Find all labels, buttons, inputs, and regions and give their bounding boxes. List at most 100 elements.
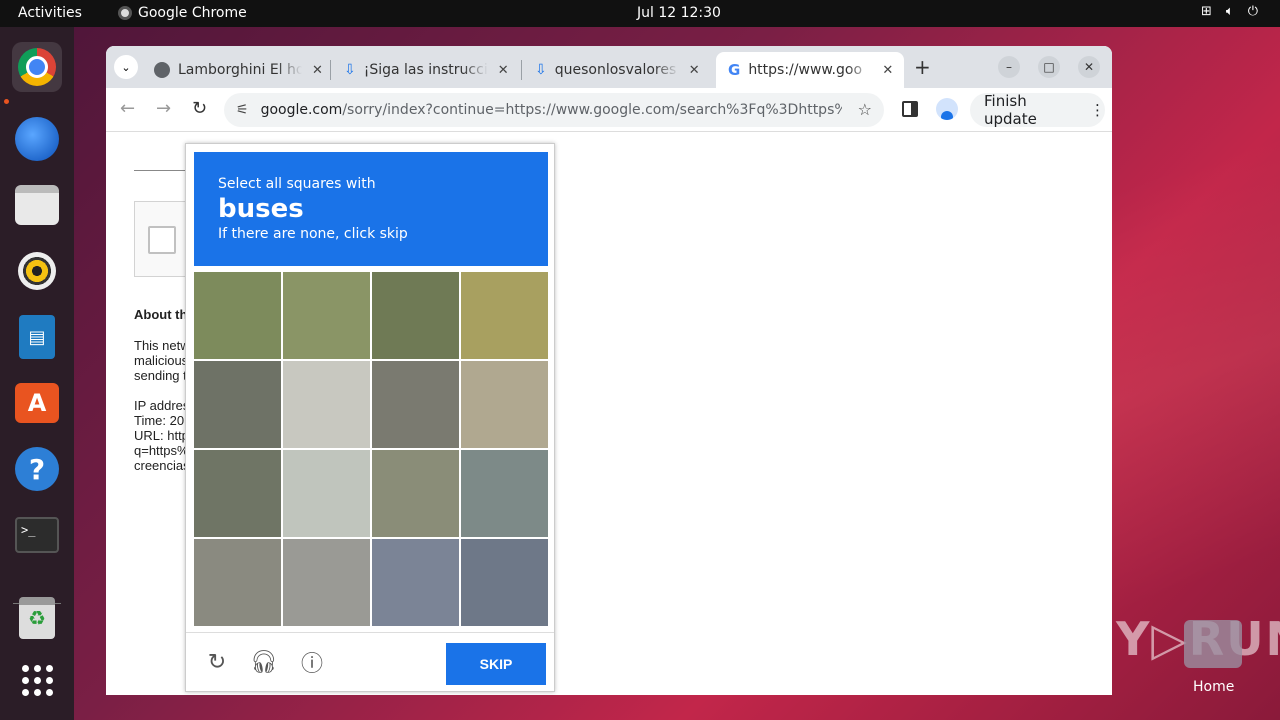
- challenge-header: Select all squares with buses If there a…: [194, 152, 548, 266]
- tab-siga[interactable]: ⇩ ¡Siga las instruccion ✕: [332, 52, 517, 88]
- tab-separator: [330, 60, 331, 80]
- system-tray[interactable]: ⊞ 🔈︎ ⏻: [1201, 4, 1258, 19]
- download-icon: ⇩: [535, 62, 547, 78]
- captcha-tile[interactable]: [461, 539, 548, 626]
- app-center-icon: A: [15, 383, 59, 423]
- close-tab-icon[interactable]: ✕: [882, 63, 893, 78]
- dock-thunderbird[interactable]: [12, 114, 62, 164]
- close-tab-icon[interactable]: ✕: [498, 63, 509, 78]
- tab-title: quesonlosvalores: [554, 62, 677, 78]
- skip-button[interactable]: SKIP: [446, 643, 546, 685]
- captcha-tile[interactable]: [283, 361, 370, 448]
- captcha-tile[interactable]: [194, 450, 281, 537]
- top-bar: Activities Google Chrome Jul 12 12:30 ⊞ …: [0, 0, 1280, 27]
- recaptcha-checkbox[interactable]: [148, 226, 176, 254]
- thunderbird-icon: [15, 117, 59, 161]
- captcha-tile[interactable]: [283, 272, 370, 359]
- dock-writer[interactable]: ▤: [12, 312, 62, 362]
- chevron-down-icon: ⌄: [121, 60, 131, 74]
- rhythmbox-icon: [18, 252, 56, 290]
- tab-search-button[interactable]: ⌄: [114, 55, 138, 79]
- active-indicator: [4, 99, 9, 104]
- new-tab-button[interactable]: +: [914, 55, 931, 79]
- captcha-tile[interactable]: [372, 361, 459, 448]
- reload-challenge-icon[interactable]: ↻: [204, 649, 230, 675]
- dock-terminal[interactable]: >_: [12, 510, 62, 560]
- image-grid: [194, 272, 548, 626]
- home-label: Home: [1193, 679, 1235, 695]
- files-icon: [15, 185, 59, 225]
- url-host: google.com: [260, 102, 343, 118]
- challenge-footer: ↻ 🎧︎ ⓘ SKIP: [186, 632, 554, 692]
- captcha-tile[interactable]: [194, 272, 281, 359]
- about-heading: About th: [134, 307, 188, 322]
- dock-files[interactable]: [12, 180, 62, 230]
- bookmark-star-icon[interactable]: ☆: [858, 100, 872, 119]
- info-icon[interactable]: ⓘ: [299, 649, 325, 677]
- dock-trash[interactable]: ♻: [12, 593, 62, 643]
- reload-icon[interactable]: ↻: [192, 98, 207, 119]
- captcha-tile[interactable]: [461, 450, 548, 537]
- captcha-tile[interactable]: [372, 539, 459, 626]
- maximize-button[interactable]: □: [1038, 56, 1060, 78]
- show-apps-button[interactable]: [12, 655, 62, 705]
- power-icon: ⏻: [1247, 4, 1258, 19]
- captcha-tile[interactable]: [461, 361, 548, 448]
- writer-icon: ▤: [19, 315, 55, 359]
- tab-quesonlosvalores[interactable]: ⇩ quesonlosvalores ✕: [523, 52, 708, 88]
- finish-update-label: Finish update: [984, 92, 1037, 128]
- help-icon: ?: [15, 447, 59, 491]
- address-bar[interactable]: ⚟ google.com /sorry/index?continue=https…: [224, 93, 884, 127]
- tab-lamborghini[interactable]: Lamborghini El hom ✕: [142, 52, 327, 88]
- download-icon: ⇩: [344, 62, 356, 78]
- close-tab-icon[interactable]: ✕: [312, 63, 323, 78]
- dock-app-center[interactable]: A: [12, 378, 62, 428]
- more-menu-icon: ⋮: [1090, 101, 1105, 119]
- url-path: /sorry/index?continue=https://www.google…: [342, 102, 843, 118]
- audio-challenge-icon[interactable]: 🎧︎: [250, 649, 278, 675]
- tab-title: ¡Siga las instruccion: [363, 62, 488, 78]
- terminal-icon: >_: [15, 517, 59, 553]
- close-tab-icon[interactable]: ✕: [689, 63, 700, 78]
- volume-icon: 🔈︎: [1225, 4, 1234, 19]
- dock-help[interactable]: ?: [12, 444, 62, 494]
- close-window-button[interactable]: ✕: [1078, 56, 1100, 78]
- trash-icon: ♻: [19, 597, 55, 639]
- dock-chrome[interactable]: [12, 42, 62, 92]
- captcha-tile[interactable]: [194, 539, 281, 626]
- recaptcha-challenge: Select all squares with buses If there a…: [185, 143, 555, 692]
- back-icon[interactable]: ←: [120, 98, 135, 119]
- challenge-instruction: Select all squares with: [218, 176, 376, 192]
- tab-title: https://www.goo: [748, 62, 863, 78]
- tab-strip: ⌄ Lamborghini El hom ✕ ⇩ ¡Siga las instr…: [106, 46, 1112, 88]
- home-folder-icon[interactable]: [1184, 620, 1242, 668]
- dock: ▤ A ? >_ ♻: [0, 27, 74, 720]
- finish-update-button[interactable]: Finish update ⋮: [970, 92, 1105, 128]
- side-panel-icon[interactable]: [902, 101, 918, 117]
- tab-separator: [521, 60, 522, 80]
- browser-toolbar: ← → ↻ ⚟ google.com /sorry/index?continue…: [106, 88, 1112, 132]
- show-apps-icon: [21, 664, 53, 696]
- captcha-tile[interactable]: [194, 361, 281, 448]
- site-settings-icon[interactable]: ⚟: [236, 102, 249, 118]
- activities-button[interactable]: Activities: [18, 5, 82, 21]
- captcha-tile[interactable]: [372, 272, 459, 359]
- dock-rhythmbox[interactable]: [12, 246, 62, 296]
- captcha-tile[interactable]: [372, 450, 459, 537]
- clock[interactable]: Jul 12 12:30: [637, 5, 721, 21]
- forward-icon[interactable]: →: [156, 98, 171, 119]
- captcha-tile[interactable]: [461, 272, 548, 359]
- app-name: Google Chrome: [138, 5, 247, 21]
- chrome-icon: [18, 48, 56, 86]
- app-menu[interactable]: Google Chrome: [118, 5, 247, 21]
- google-icon: G: [728, 61, 741, 79]
- tab-google-active[interactable]: G https://www.goo ✕: [716, 52, 904, 88]
- tab-title: Lamborghini El hom: [178, 62, 302, 78]
- challenge-hint: If there are none, click skip: [218, 226, 408, 242]
- captcha-tile[interactable]: [283, 539, 370, 626]
- globe-icon: [154, 62, 170, 78]
- captcha-tile[interactable]: [283, 450, 370, 537]
- network-icon: ⊞: [1200, 4, 1212, 19]
- minimize-button[interactable]: –: [998, 56, 1020, 78]
- profile-avatar-icon[interactable]: [936, 98, 958, 120]
